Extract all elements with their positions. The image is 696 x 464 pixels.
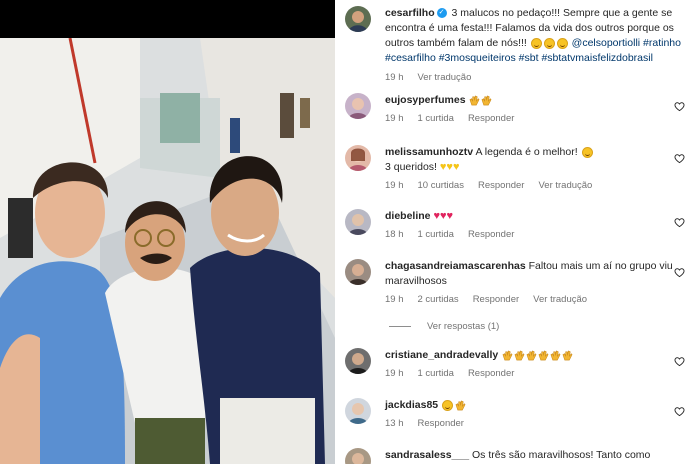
caption-meta: 19 h Ver tradução xyxy=(385,70,685,85)
comment-item: cristiane_andradevally 19 h 1 curtida Resp… xyxy=(345,348,685,381)
comment-body: cristiane_andradevally 19 h 1 curtida Resp… xyxy=(385,348,685,381)
comment-item: eujosyperfumes 19 h 1 curtida Responder xyxy=(345,93,685,126)
clap-emoji-icon xyxy=(538,350,549,361)
heart-outline-icon[interactable] xyxy=(674,101,685,112)
laughing-emoji-icon xyxy=(581,146,593,158)
author-avatar[interactable] xyxy=(345,6,371,32)
comment-item: jackdias85 13 h Responder xyxy=(345,398,685,431)
commenter-avatar[interactable] xyxy=(345,259,371,285)
comment-item: diebeline ♥♥♥ 18 h 1 curtida Responder xyxy=(345,209,685,242)
hashtag-link[interactable]: #3mosqueiteiros xyxy=(439,52,516,64)
comment-body: chagasandreiamascarenhas Faltou mais um … xyxy=(385,259,685,307)
commenter-avatar[interactable] xyxy=(345,145,371,171)
commenter-avatar[interactable] xyxy=(345,448,371,464)
comment-time: 19 h xyxy=(385,113,404,124)
comment-time: 18 h xyxy=(385,229,404,240)
commenter-username[interactable]: diebeline xyxy=(385,210,431,222)
like-count[interactable]: 10 curtidas xyxy=(418,180,464,191)
clap-emoji-icon xyxy=(550,350,561,361)
heart-outline-icon[interactable] xyxy=(674,406,685,417)
laughing-emoji-icon xyxy=(530,37,542,49)
clap-emoji-icon xyxy=(502,350,513,361)
view-replies-button[interactable]: Ver respostas (1) xyxy=(389,321,499,332)
view-replies-label: Ver respostas (1) xyxy=(427,321,500,332)
comment-body: diebeline ♥♥♥ 18 h 1 curtida Responder xyxy=(385,209,685,242)
comment-time: 19 h xyxy=(385,294,404,305)
heart-outline-icon[interactable] xyxy=(674,153,685,164)
instagram-post: cesarfilho ✓ 3 malucos no pedaço!!! Sempr… xyxy=(0,0,696,464)
reply-link[interactable]: Responder xyxy=(468,368,514,379)
clap-emoji-icon xyxy=(514,350,525,361)
comment-text: Os três são maravilhosos! Tanto como xyxy=(472,449,651,461)
reply-link[interactable]: Responder xyxy=(468,229,514,240)
comment-time: 13 h xyxy=(385,418,404,429)
heart-outline-icon[interactable] xyxy=(674,267,685,278)
heart-outline-icon[interactable] xyxy=(674,217,685,228)
commenter-avatar[interactable] xyxy=(345,209,371,235)
translate-link[interactable]: Ver tradução xyxy=(418,72,472,83)
laughing-emoji-icon xyxy=(556,37,568,49)
commenter-username[interactable]: jackdias85 xyxy=(385,399,438,411)
comment-item: sandrasaless___ Os três são maravilhosos… xyxy=(345,448,685,464)
like-count[interactable]: 1 curtida xyxy=(418,113,454,124)
heart-outline-icon[interactable] xyxy=(674,356,685,367)
comment-item: chagasandreiamascarenhas Faltou mais um … xyxy=(345,259,685,307)
translate-link[interactable]: Ver tradução xyxy=(533,294,587,305)
comment-body: eujosyperfumes 19 h 1 curtida Responder xyxy=(385,93,685,126)
clap-emoji-icon xyxy=(526,350,537,361)
commenter-avatar[interactable] xyxy=(345,348,371,374)
reply-link[interactable]: Responder xyxy=(468,113,514,124)
heart-emoji-icon: ♥♥♥ xyxy=(433,210,454,222)
comment-time: 19 h xyxy=(385,368,404,379)
comment-text-line2: maravilhosos xyxy=(385,275,447,287)
clap-emoji-icon xyxy=(469,95,480,106)
comment-text: A legenda é o melhor! xyxy=(475,146,578,158)
like-count[interactable]: 2 curtidas xyxy=(418,294,459,305)
laughing-emoji-icon xyxy=(543,37,555,49)
caption-body: cesarfilho ✓ 3 malucos no pedaço!!! Sempr… xyxy=(385,6,685,85)
laughing-emoji-icon xyxy=(442,399,454,411)
comment-text-line2: 3 queridos! xyxy=(385,161,437,173)
clap-emoji-icon xyxy=(481,95,492,106)
commenter-username[interactable]: eujosyperfumes xyxy=(385,94,466,106)
replies-divider xyxy=(389,326,411,327)
hashtag-link[interactable]: #cesarfilho xyxy=(385,52,436,64)
commenter-avatar[interactable] xyxy=(345,93,371,119)
commenter-username[interactable]: melissamunhoztv xyxy=(385,146,473,158)
mention-link[interactable]: @celsoportiolli xyxy=(572,37,640,49)
comment-text: Faltou mais um aí no grupo viu xyxy=(528,260,673,272)
reply-link[interactable]: Responder xyxy=(418,418,464,429)
reply-link[interactable]: Responder xyxy=(478,180,524,191)
commenter-avatar[interactable] xyxy=(345,398,371,424)
verified-badge-icon: ✓ xyxy=(436,8,447,19)
clap-emoji-icon xyxy=(562,350,573,361)
comment-time: 19 h xyxy=(385,180,404,191)
commenter-username[interactable]: cristiane_andradevally xyxy=(385,349,498,361)
reply-link[interactable]: Responder xyxy=(473,294,519,305)
comments-panel: cesarfilho ✓ 3 malucos no pedaço!!! Sempr… xyxy=(335,0,696,464)
commenter-username[interactable]: sandrasaless___ xyxy=(385,449,469,461)
clap-emoji-icon xyxy=(455,400,465,411)
caption-time: 19 h xyxy=(385,72,404,83)
post-caption: cesarfilho ✓ 3 malucos no pedaço!!! Sempr… xyxy=(345,6,685,85)
hashtag-link[interactable]: #ratinho xyxy=(643,37,681,49)
comment-body: jackdias85 13 h Responder xyxy=(385,398,685,431)
post-photo[interactable] xyxy=(0,38,335,464)
comment-item: melissamunhoztv A legenda é o melhor! 3 … xyxy=(345,145,685,193)
like-count[interactable]: 1 curtida xyxy=(418,229,454,240)
post-media xyxy=(0,0,335,464)
author-username[interactable]: cesarfilho xyxy=(385,7,435,19)
translate-link[interactable]: Ver tradução xyxy=(538,180,592,191)
comment-body: sandrasaless___ Os três são maravilhosos… xyxy=(385,448,685,464)
hashtag-link[interactable]: #sbt xyxy=(519,52,539,64)
like-count[interactable]: 1 curtida xyxy=(418,368,454,379)
commenter-username[interactable]: chagasandreiamascarenhas xyxy=(385,260,526,272)
comment-body: melissamunhoztv A legenda é o melhor! 3 … xyxy=(385,145,685,193)
heart-emoji-icon: ♥♥♥ xyxy=(439,161,460,173)
hashtag-link[interactable]: #sbtatvmaisfelizdobrasil xyxy=(541,52,652,64)
